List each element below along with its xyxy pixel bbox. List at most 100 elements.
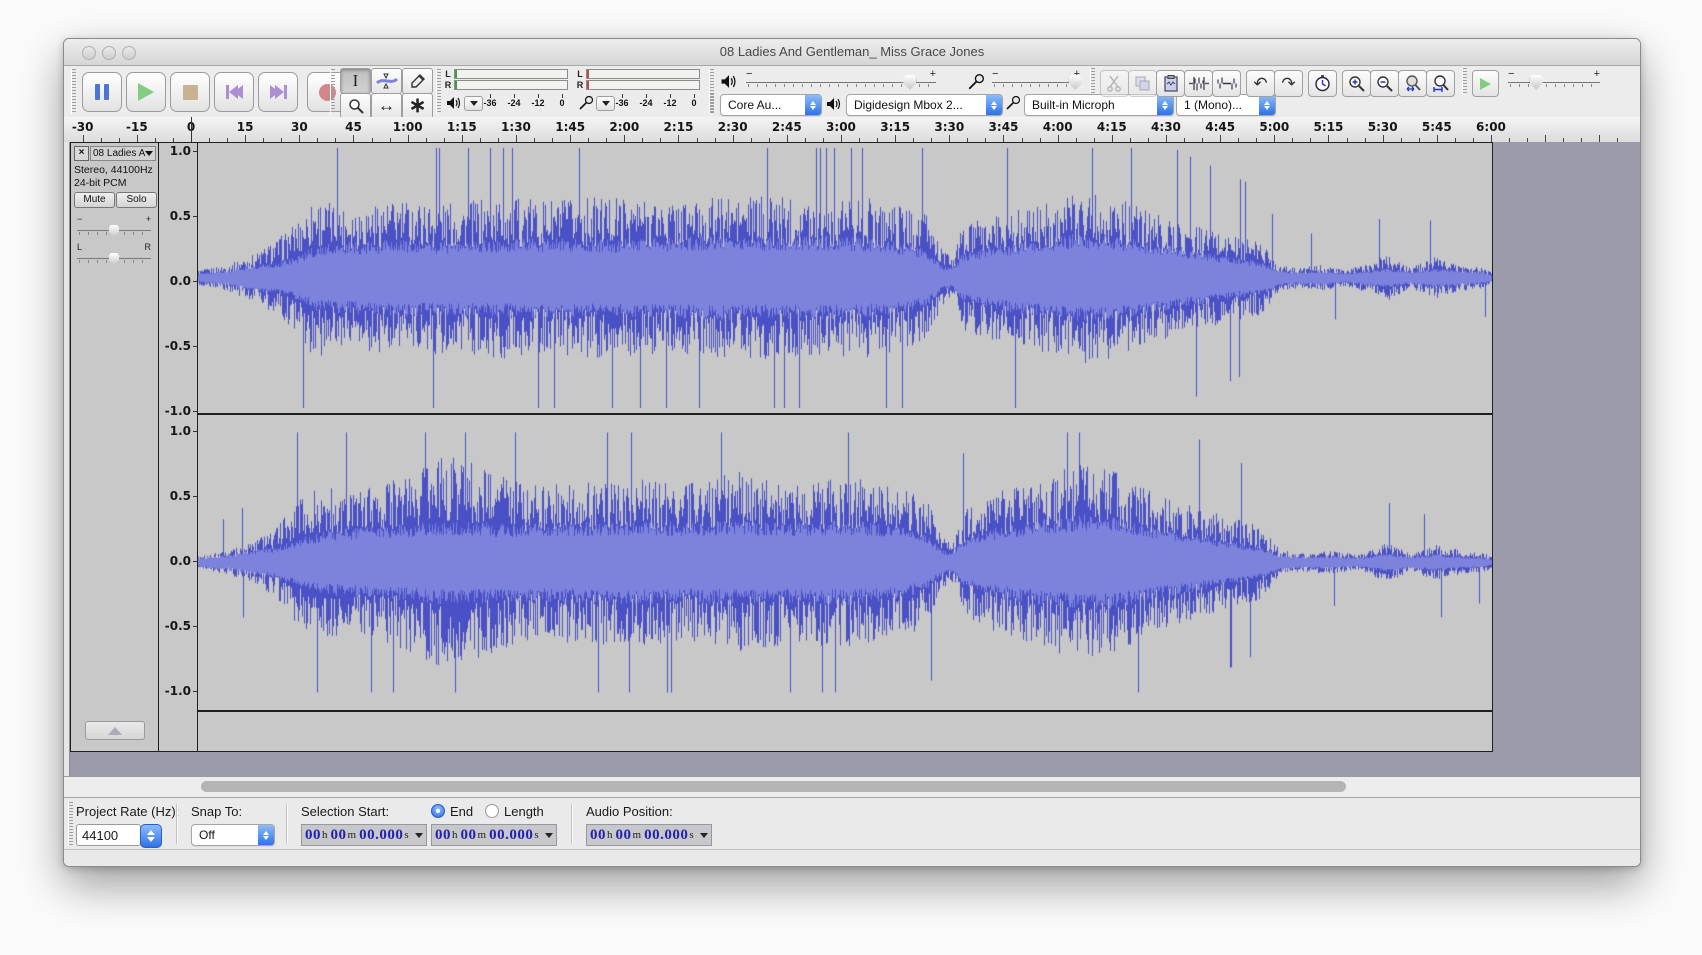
sync-lock-button[interactable] (1308, 70, 1337, 97)
fit-project-button[interactable] (1426, 70, 1455, 97)
timefield-dropdown-icon[interactable] (545, 833, 553, 838)
ruler-tick (733, 135, 734, 142)
play-icon (138, 83, 154, 101)
meter-toolbar-grip[interactable] (436, 69, 441, 114)
trim-outside-selection-button[interactable] (1184, 70, 1213, 97)
playhead-cursor[interactable] (191, 117, 192, 142)
zoom-tool-button[interactable] (340, 93, 371, 119)
meter-scale-label: 0 (691, 98, 696, 108)
vertical-scale-ruler[interactable]: 1.00.50.0-0.5-1.01.00.50.0-0.5-1.0 (159, 143, 198, 751)
amplitude-tick (193, 216, 197, 217)
play-speed-slider[interactable]: − + (1508, 74, 1600, 90)
pause-button[interactable] (82, 72, 122, 112)
length-radio[interactable] (485, 804, 499, 818)
zoom-tool-icon (348, 98, 364, 114)
meter-scale-label: 0 (559, 98, 564, 108)
cut-button[interactable] (1100, 70, 1129, 97)
snap-to-select[interactable]: Off (191, 824, 275, 846)
selection-end-field[interactable]: 00h00m00.000s (431, 824, 557, 846)
timeline-ruler[interactable]: -30-1501530451:001:151:301:452:002:152:3… (64, 117, 1640, 143)
waveform-channel-left[interactable] (198, 143, 1492, 413)
amplitude-tick (193, 281, 197, 282)
ruler-label: 30 (291, 120, 308, 134)
horizontal-scrollbar[interactable] (64, 776, 1640, 798)
selection-toolbar-grip[interactable] (68, 802, 73, 846)
recording-device-select[interactable]: Built-in Microph (1024, 94, 1174, 116)
playback-meter-right-label: R (444, 80, 452, 90)
track-name-menu[interactable]: 08 Ladies A (90, 146, 156, 161)
project-rate-input[interactable]: 44100 (76, 824, 141, 846)
zoom-out-button[interactable] (1370, 70, 1399, 97)
gain-slider[interactable]: − + (77, 223, 151, 237)
recording-meter-dropdown[interactable] (596, 96, 615, 111)
end-radio[interactable] (431, 804, 445, 818)
timefield-dropdown-icon[interactable] (700, 833, 708, 838)
gain-thumb[interactable] (109, 225, 119, 237)
track-close-button[interactable]: × (74, 146, 89, 161)
envelope-tool-button[interactable] (371, 68, 402, 94)
ruler-label: 3:30 (934, 120, 964, 134)
ruler-tick (1058, 135, 1059, 142)
transcription-toolbar-grip[interactable] (1462, 68, 1467, 94)
time-shift-tool-button[interactable]: ↔ (371, 93, 402, 119)
paste-button[interactable] (1156, 70, 1185, 97)
recording-meter[interactable]: L R -36-24-120 (576, 68, 702, 114)
audio-position-field[interactable]: 00h00m00.000s (586, 824, 712, 846)
tools-toolbar-grip[interactable] (330, 69, 335, 114)
undo-button[interactable]: ↶ (1246, 70, 1275, 97)
fit-selection-button[interactable] (1398, 70, 1427, 97)
edit-toolbar-grip[interactable] (1090, 68, 1095, 94)
skip-to-end-button[interactable] (258, 72, 298, 112)
mute-button[interactable]: Mute (74, 192, 115, 208)
track-bottom-divider[interactable] (198, 710, 1492, 712)
stop-icon (183, 85, 198, 100)
title-bar[interactable]: 08 Ladies And Gentleman_ Miss Grace Jone… (64, 39, 1640, 66)
audio-host-select[interactable]: Core Au... (720, 94, 822, 116)
copy-icon (1134, 75, 1151, 92)
selection-start-label: Selection Start: (301, 804, 389, 819)
input-volume-slider[interactable]: − + (992, 74, 1080, 90)
ruler-tick (245, 135, 246, 142)
multi-tool-button[interactable]: ∗ (402, 93, 433, 119)
silence-selection-button[interactable] (1212, 70, 1241, 97)
meter-scale-label: -36 (483, 98, 496, 108)
playback-meter-dropdown[interactable] (464, 96, 483, 111)
horizontal-scrollbar-thumb[interactable] (201, 781, 1346, 792)
device-toolbar-grip[interactable] (709, 94, 714, 114)
waveform-channel-right[interactable] (198, 415, 1492, 710)
ruler-tick (1328, 135, 1329, 142)
selection-start-field[interactable]: 00h00m00.000s (301, 824, 427, 846)
redo-button[interactable]: ↷ (1274, 70, 1303, 97)
selection-tool-button[interactable]: I (340, 68, 371, 94)
ruler-tick (949, 135, 950, 142)
zoom-in-button[interactable] (1342, 70, 1371, 97)
track-menu-arrow-icon (145, 151, 153, 156)
pan-thumb[interactable] (109, 253, 119, 265)
solo-button[interactable]: Solo (116, 192, 157, 208)
draw-tool-button[interactable] (402, 68, 433, 94)
pan-slider[interactable]: L R (77, 251, 151, 265)
project-rate-stepper[interactable] (140, 824, 162, 848)
playback-device-select[interactable]: Digidesign Mbox 2... (846, 94, 1003, 116)
ruler-label: 5:45 (1422, 120, 1452, 134)
copy-button[interactable] (1128, 70, 1157, 97)
play-at-speed-button[interactable] (1472, 70, 1499, 97)
stop-button[interactable] (170, 72, 210, 112)
ruler-tick (624, 135, 625, 142)
output-volume-thumb[interactable] (903, 75, 916, 90)
track-collapse-button[interactable] (85, 721, 145, 740)
ruler-tick (1491, 135, 1492, 142)
ruler-label: 6:00 (1476, 120, 1506, 134)
transport-toolbar-grip[interactable] (71, 69, 76, 114)
play-speed-thumb[interactable] (1530, 75, 1543, 90)
playback-meter[interactable]: L R -36-24-120 (444, 68, 570, 114)
skip-to-start-button[interactable] (214, 72, 254, 112)
output-volume-slider[interactable]: − + (746, 74, 936, 90)
timefield-dropdown-icon[interactable] (415, 833, 423, 838)
recording-channels-select[interactable]: 1 (Mono)... (1176, 94, 1276, 116)
amplitude-label: 0.5 (170, 209, 191, 223)
amplitude-tick (193, 151, 197, 152)
play-button[interactable] (126, 72, 166, 112)
input-volume-thumb[interactable] (1069, 75, 1082, 90)
ruler-label: 2:30 (718, 120, 748, 134)
